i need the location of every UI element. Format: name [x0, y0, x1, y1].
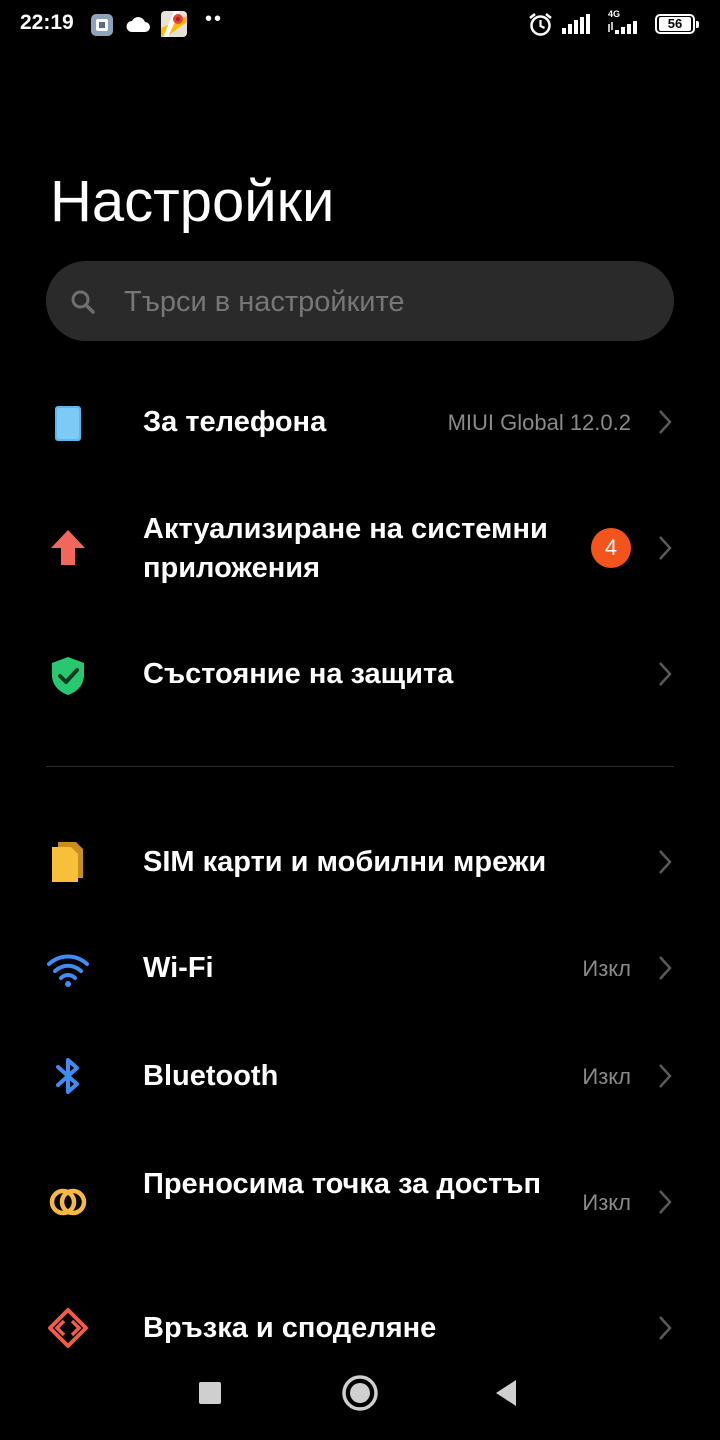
settings-item-bluetooth[interactable]: Bluetooth Изкл — [0, 1034, 720, 1120]
settings-item-wifi[interactable]: Wi-Fi Изкл — [0, 926, 720, 1012]
section-divider — [46, 766, 674, 767]
phone-icon — [46, 402, 90, 446]
chevron-right-icon — [657, 409, 673, 440]
back-button[interactable] — [494, 1379, 518, 1412]
settings-item-about-phone[interactable]: За телефона MIUI Global 12.0.2 — [0, 380, 720, 466]
shield-check-icon — [46, 654, 90, 698]
status-bar: 22:19 •• 4G 56 — [0, 0, 720, 52]
settings-item-hotspot[interactable]: Преносима точка за достъп Изкл — [0, 1155, 720, 1251]
settings-item-security-status[interactable]: Състояние на защита — [0, 632, 720, 718]
chevron-right-icon — [657, 661, 673, 692]
chevron-right-icon — [657, 535, 673, 566]
navigation-bar — [0, 1352, 720, 1440]
signal-icon — [562, 14, 590, 39]
chevron-right-icon — [657, 955, 673, 986]
network-type-label: 4G — [608, 9, 621, 19]
settings-item-update-apps[interactable]: Актуализиране на системни приложения 4 — [0, 500, 720, 596]
settings-item-label: Състояние на защита — [143, 658, 454, 690]
search-input[interactable] — [122, 279, 646, 325]
status-time: 22:19 — [20, 11, 74, 34]
search-icon — [71, 290, 95, 314]
settings-item-value: Изкл — [582, 1190, 631, 1215]
settings-item-label: За телефона — [143, 406, 327, 438]
home-button[interactable] — [341, 1374, 379, 1417]
alarm-icon — [528, 12, 553, 42]
settings-item-label: Преносима точка за достъп — [143, 1168, 542, 1200]
settings-item-label: Актуализиране на системни приложения — [143, 513, 548, 584]
page-title: Настройки — [50, 169, 335, 234]
gallery-icon — [90, 13, 114, 42]
update-arrow-icon — [46, 526, 90, 570]
settings-item-value: Изкл — [582, 956, 631, 981]
hotspot-icon — [46, 1180, 90, 1224]
settings-item-sim-cards[interactable]: SIM карти и мобилни мрежи — [0, 820, 720, 906]
bluetooth-icon — [46, 1054, 90, 1098]
sim-card-icon — [46, 840, 90, 884]
chevron-right-icon — [657, 1063, 673, 1094]
search-bar[interactable] — [46, 261, 674, 341]
wifi-icon — [46, 948, 90, 992]
chevron-right-icon — [657, 1315, 673, 1346]
settings-item-value: Изкл — [582, 1064, 631, 1089]
settings-item-label: Връзка и споделяне — [143, 1312, 437, 1344]
signal-4g-icon — [608, 20, 642, 39]
settings-item-label: SIM карти и мобилни мрежи — [143, 846, 547, 878]
update-count-badge: 4 — [591, 528, 631, 568]
connection-share-icon — [46, 1306, 90, 1350]
more-notifications-dots: •• — [205, 8, 224, 30]
cloud-icon — [125, 15, 151, 38]
battery-level: 56 — [659, 17, 691, 31]
maps-icon — [160, 10, 188, 43]
chevron-right-icon — [657, 1189, 673, 1220]
settings-item-value: MIUI Global 12.0.2 — [447, 410, 631, 435]
battery-icon: 56 — [655, 14, 699, 34]
recents-button[interactable] — [198, 1381, 222, 1410]
settings-item-label: Bluetooth — [143, 1060, 279, 1092]
settings-item-label: Wi-Fi — [143, 952, 214, 984]
chevron-right-icon — [657, 849, 673, 880]
